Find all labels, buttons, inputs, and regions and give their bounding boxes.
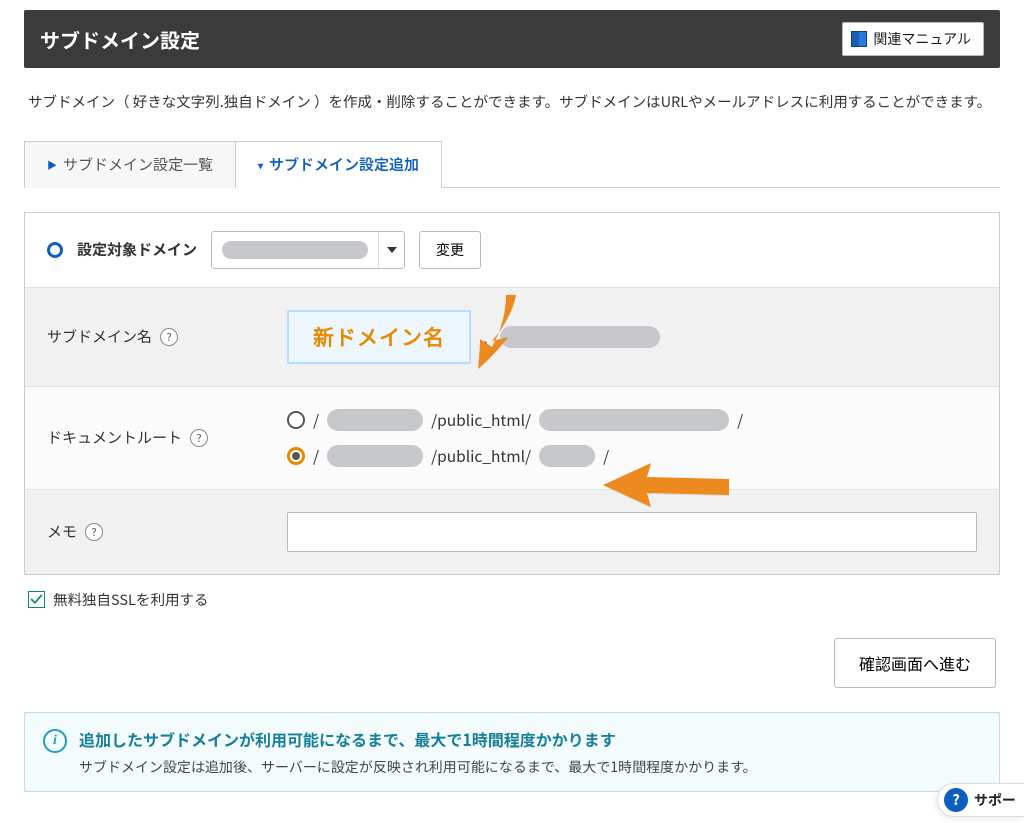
help-icon[interactable]: ? [160,328,178,346]
tab-subdomain-list[interactable]: ▶ サブドメイン設定一覧 [24,141,236,188]
redacted-domain-suffix [500,326,660,348]
related-manual-label: 関連マニュアル [873,29,971,49]
memo-label: メモ [47,521,77,542]
page-header: サブドメイン設定 関連マニュアル [24,10,1000,68]
info-box: i 追加したサブドメインが利用可能になるまで、最大で1時間程度かかります サブド… [24,712,1000,792]
memo-input[interactable] [287,512,977,552]
check-icon [30,593,43,606]
tab-subdomain-add[interactable]: ▾ サブドメイン設定追加 [235,141,442,188]
radio-target-domain[interactable] [47,242,63,258]
help-icon[interactable]: ? [190,429,208,447]
radio-docroot-2[interactable] [287,447,305,465]
intro-text: サブドメイン（ 好きな文字列.独自ドメイン ）を作成・削除することができます。サ… [24,68,1000,140]
slash: / [313,445,319,467]
form-panel: 設定対象ドメイン 変更 サブドメイン名 ? 新ドメイン名 . ドキュメントルート… [24,212,1000,575]
checkbox-free-ssl[interactable] [28,591,45,608]
redacted-path-1b [539,409,729,431]
path-segment: /public_html/ [431,445,531,467]
redacted-domain-value [222,241,368,259]
row-document-root: ドキュメントルート ? / /public_html/ / / [25,387,999,490]
target-domain-label: 設定対象ドメイン [77,239,197,260]
slash: / [737,409,743,431]
docroot-option-2[interactable]: / /public_html/ / [287,445,977,467]
chevron-down-icon: ▾ [258,157,263,172]
path-segment: /public_html/ [431,409,531,431]
change-domain-button[interactable]: 変更 [419,231,481,269]
redacted-path-2a [327,445,423,467]
help-icon[interactable]: ? [85,523,103,541]
row-subdomain-name: サブドメイン名 ? 新ドメイン名 . [25,288,999,387]
support-label: サポー [974,790,1016,810]
ssl-label: 無料独自SSLを利用する [53,589,208,610]
subdomain-name-label: サブドメイン名 [47,326,152,347]
info-title: 追加したサブドメインが利用可能になるまで、最大で1時間程度かかります [79,727,757,751]
chevron-down-icon[interactable] [378,232,404,268]
redacted-path-2b [539,445,595,467]
subdomain-name-input[interactable]: 新ドメイン名 [287,310,471,364]
tab-label: サブドメイン設定一覧 [63,154,213,175]
docroot-option-1[interactable]: / /public_html/ / [287,409,977,431]
support-floating-button[interactable]: ? サポー [937,783,1024,817]
radio-docroot-1[interactable] [287,411,305,429]
domain-select[interactable] [211,231,405,269]
book-icon [851,31,867,47]
row-memo: メモ ? [25,490,999,574]
tabs: ▶ サブドメイン設定一覧 ▾ サブドメイン設定追加 [24,140,1000,188]
page-title: サブドメイン設定 [40,25,200,54]
chevron-right-icon: ▶ [47,157,57,172]
related-manual-button[interactable]: 関連マニュアル [842,22,984,56]
info-body: サブドメイン設定は追加後、サーバーに設定が反映され利用可能になるまで、最大で1時… [79,757,757,777]
confirm-button[interactable]: 確認画面へ進む [834,638,996,688]
tab-label: サブドメイン設定追加 [269,154,419,175]
help-icon: ? [944,788,968,812]
target-domain-row: 設定対象ドメイン 変更 [25,213,999,288]
ssl-checkbox-row[interactable]: 無料独自SSLを利用する [24,575,1000,610]
redacted-path-1a [327,409,423,431]
info-icon: i [43,729,67,753]
dot-separator: . [483,324,488,350]
document-root-label: ドキュメントルート [47,427,182,448]
slash: / [603,445,609,467]
slash: / [313,409,319,431]
